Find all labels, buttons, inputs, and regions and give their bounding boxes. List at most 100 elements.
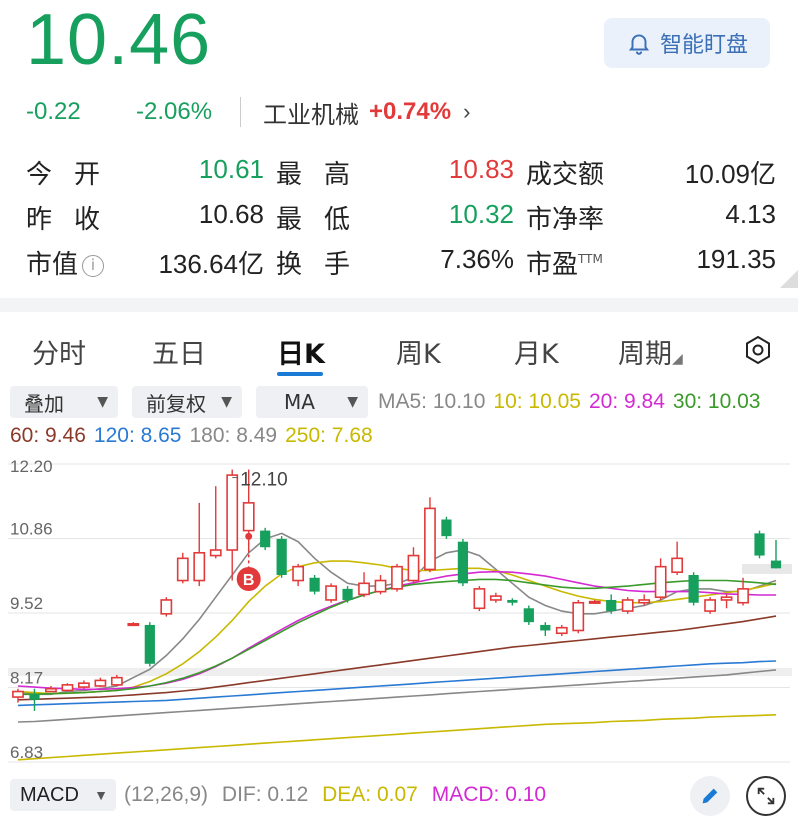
current-range-band xyxy=(742,564,792,574)
ma-legend-item: 30: 10.03 xyxy=(672,390,761,413)
candle-body xyxy=(555,626,568,635)
expand-corner-icon[interactable] xyxy=(780,270,798,288)
candle-body xyxy=(704,599,716,612)
sub-indicator-select[interactable]: MACD ▼ xyxy=(10,779,116,811)
dropdown-arrow-icon: ▼ xyxy=(94,787,108,803)
candle-body xyxy=(606,599,617,612)
smart-monitor-button[interactable]: 智能盯盘 xyxy=(604,18,770,68)
candle-body xyxy=(260,530,271,548)
ma-legend-item: 10: 10.05 xyxy=(493,390,581,413)
change-row: -0.22 -2.06% 工业机械 +0.74% › xyxy=(26,90,470,134)
candle-body xyxy=(226,474,239,551)
stat-value: 10.83 xyxy=(448,154,514,184)
buy-marker-label: B xyxy=(243,572,255,589)
bell-icon xyxy=(628,34,650,55)
stat-value: 10.61 xyxy=(198,154,264,184)
candle-body xyxy=(572,601,585,632)
stat-value: 7.36% xyxy=(440,244,514,274)
settings-icon[interactable] xyxy=(742,334,774,366)
candle-body xyxy=(457,541,469,584)
ma-legend-row-2: 60: 9.46 120: 8.65 180: 8.49 250: 7.68 xyxy=(10,424,381,448)
macd-value: MACD: 0.10 xyxy=(431,783,547,806)
info-icon[interactable]: i xyxy=(82,255,105,277)
ma-legend-item: 250: 7.68 xyxy=(285,424,373,447)
candle-body xyxy=(507,599,518,603)
ma-legend-item: MA5: 10.10 xyxy=(378,390,486,413)
overlay-select[interactable]: 叠加 ▼ xyxy=(10,386,118,418)
tab-period[interactable]: 周期◢ xyxy=(618,332,683,371)
candle-body xyxy=(127,623,140,627)
macd-dif: DIF: 0.12 xyxy=(221,783,309,806)
smart-monitor-label: 智能盯盘 xyxy=(659,33,748,58)
candle-body xyxy=(61,684,74,692)
indicator-select[interactable]: MA ▼ xyxy=(256,386,368,418)
current-price: 10.46 xyxy=(26,0,212,80)
kline-chart[interactable]: 12.20 10.86 9.52 8.17 6.83 12.10 B xyxy=(0,452,798,774)
candle-body xyxy=(441,519,452,537)
price-change-percent: -2.06% xyxy=(136,98,213,125)
y-tick-label: 6.83 xyxy=(10,743,43,762)
tab-intraday[interactable]: 分时 xyxy=(32,332,86,371)
ma-legend-item: 180: 8.49 xyxy=(189,424,278,447)
candle-body xyxy=(473,588,486,610)
ma-line-250 xyxy=(17,714,777,761)
stat-value: 10.68 xyxy=(198,199,264,229)
ma-legend-item: 20: 9.84 xyxy=(589,390,665,413)
y-tick-label: 12.20 xyxy=(10,457,53,476)
candle-body xyxy=(276,538,287,575)
y-tick-label: 10.86 xyxy=(10,520,53,539)
dropdown-arrow-icon: ▼ xyxy=(97,394,108,410)
candle-body xyxy=(671,557,684,574)
dropdown-arrow-icon: ▼ xyxy=(221,394,232,410)
stat-label: 最高 xyxy=(276,160,373,190)
stat-label: 今开 xyxy=(26,160,123,190)
candle-body xyxy=(540,624,551,631)
tab-daily-k[interactable]: 日K xyxy=(277,332,325,371)
candle-body xyxy=(770,560,782,569)
triangle-icon: ◢ xyxy=(672,351,683,367)
industry-link[interactable]: 工业机械 xyxy=(263,95,359,130)
candle-body xyxy=(342,588,353,600)
stat-label: 换手 xyxy=(276,250,373,280)
candle-body xyxy=(325,585,337,601)
candle-body xyxy=(720,596,733,601)
candle-body xyxy=(523,608,534,623)
chevron-right-icon[interactable]: › xyxy=(463,99,470,125)
adjust-select[interactable]: 前复权 ▼ xyxy=(132,386,242,418)
active-tab-indicator xyxy=(277,372,323,376)
candle-body xyxy=(78,682,90,688)
candle-body xyxy=(688,574,699,603)
dropdown-arrow-icon: ▼ xyxy=(347,394,358,410)
candle-body xyxy=(94,679,107,687)
tab-five-day[interactable]: 五日 xyxy=(152,332,206,371)
candle-body xyxy=(638,599,651,604)
candle-body xyxy=(193,551,206,582)
buy-marker-dot xyxy=(245,532,253,540)
macd-dea: DEA: 0.07 xyxy=(322,783,418,806)
candle-body xyxy=(209,549,222,557)
pencil-icon xyxy=(702,788,718,804)
macd-legend: (12,26,9) DIF: 0.12 DEA: 0.07 MACD: 0.10 xyxy=(124,783,554,807)
tab-monthly-k[interactable]: 月K xyxy=(514,332,559,371)
candle-body xyxy=(358,582,370,596)
ma-legend-row-1: MA5: 10.10 10: 10.05 20: 9.84 30: 10.03 xyxy=(378,390,769,414)
price-change: -0.22 xyxy=(26,98,81,125)
tab-weekly-k[interactable]: 周K xyxy=(396,332,441,371)
price-band xyxy=(8,668,792,676)
candle-body xyxy=(110,676,123,686)
draw-button[interactable] xyxy=(690,776,730,816)
stat-label: 市值 i xyxy=(26,244,105,281)
industry-change: +0.74% xyxy=(369,98,452,125)
fullscreen-button[interactable] xyxy=(746,776,786,816)
stat-value: 10.32 xyxy=(448,199,514,229)
candle-body xyxy=(292,565,305,582)
candle-body xyxy=(160,599,173,615)
candle-body xyxy=(29,694,40,700)
stat-value: 136.64亿 xyxy=(158,249,264,279)
candle-body xyxy=(45,687,57,693)
y-tick-label: 9.52 xyxy=(10,594,43,613)
candle-body xyxy=(374,579,387,593)
candle-body xyxy=(309,577,320,592)
stats-row-3: 市值 i 136.64亿 换手 7.36% 市盈TTM 191.35 xyxy=(26,244,776,288)
stat-label: 最低 xyxy=(276,205,373,235)
